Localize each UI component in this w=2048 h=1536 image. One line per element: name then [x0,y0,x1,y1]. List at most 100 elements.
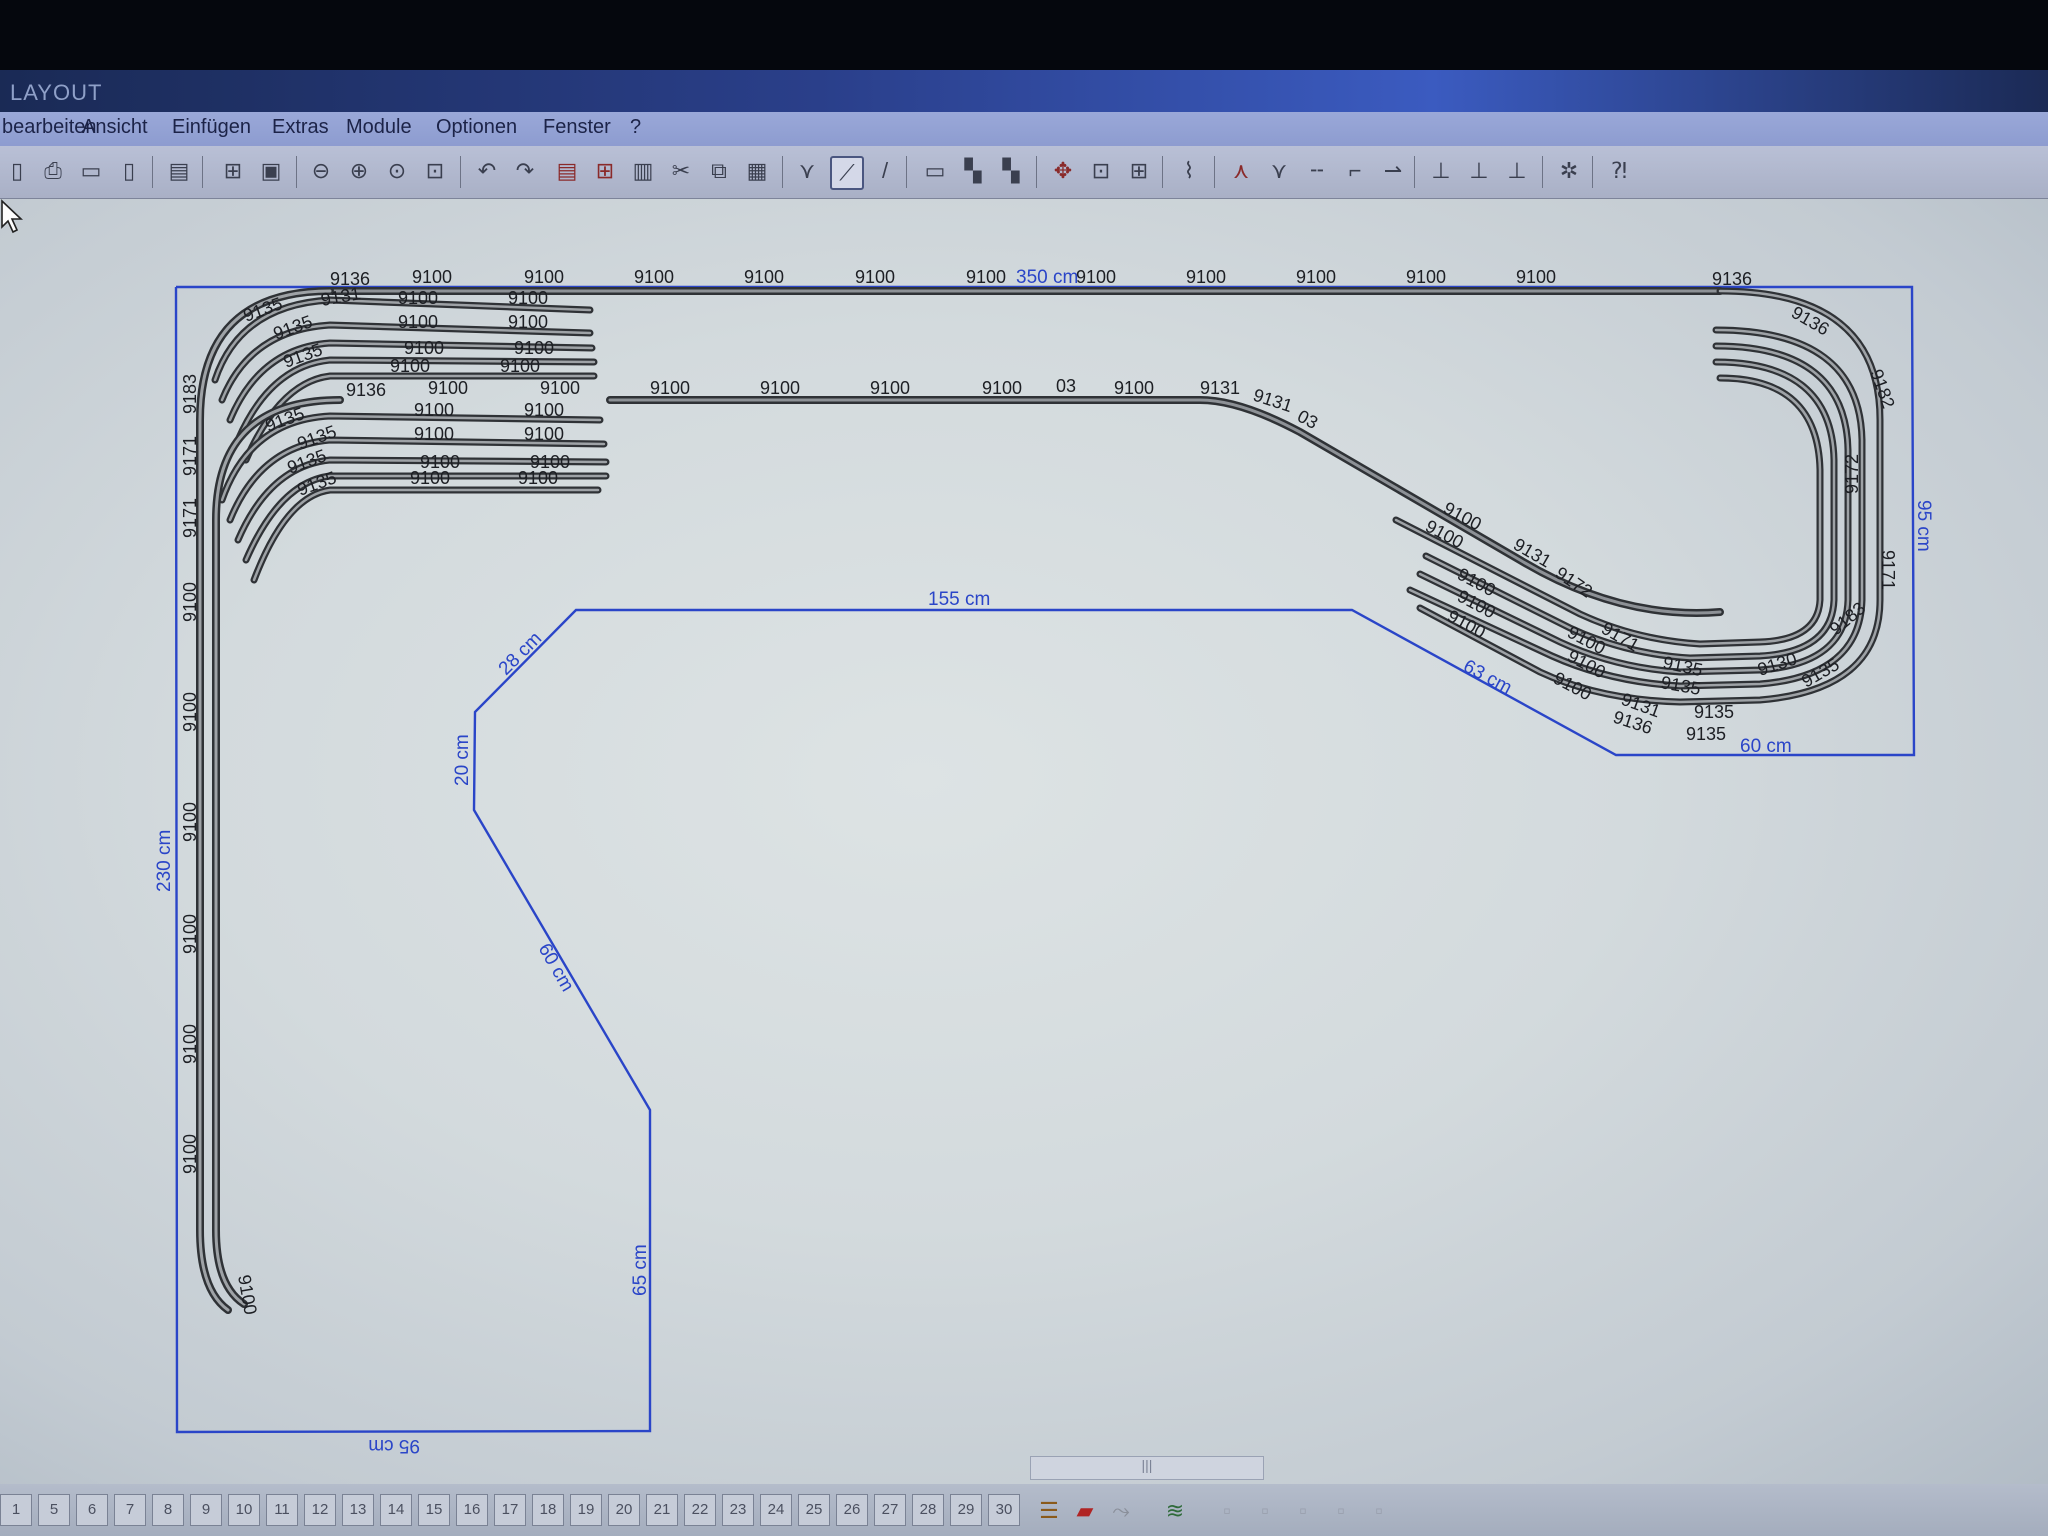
print-icon[interactable]: ⎙ [38,156,68,186]
label-left-stub: 9100 [414,424,454,444]
clipboard-icon[interactable]: ▯ [114,156,144,186]
curve-track-icon[interactable]: ⟋ [830,156,864,190]
switch-icon[interactable]: ⋎ [792,156,822,186]
rotate-icon[interactable]: ✥ [1048,156,1078,186]
page-tab[interactable]: 30 [988,1494,1020,1526]
window-title: LAYOUT [10,80,103,105]
menu-help[interactable]: ? [630,116,641,139]
straight-track-icon[interactable]: / [870,156,900,186]
page-tab[interactable]: 26 [836,1494,868,1526]
copy-icon[interactable]: ⧉ [704,156,734,186]
track-plan[interactable]: 350 cm 155 cm 28 cm 20 cm 230 cm 60 cm 6… [0,199,2048,1484]
tool-icon[interactable]: ⤳ [1106,1496,1136,1526]
height-icon[interactable]: ⊥ [1464,156,1494,186]
page-tab[interactable]: 14 [380,1494,412,1526]
page-tab[interactable]: 8 [152,1494,184,1526]
zoom-in-icon[interactable]: ⊕ [344,156,374,186]
page-tab[interactable]: 19 [570,1494,602,1526]
page-tab[interactable]: 22 [684,1494,716,1526]
joiner-icon[interactable]: ⌐ [1340,156,1370,186]
menu-extras[interactable]: Extras [272,116,329,139]
page-tab[interactable]: 27 [874,1494,906,1526]
stack-icon[interactable]: ≋ [1160,1496,1190,1526]
label-second: 9100 [1114,378,1154,398]
label-left-stub: 9100 [524,424,564,444]
dim-top: 350 cm [1016,267,1078,288]
page-tab[interactable]: 23 [722,1494,754,1526]
page-tab[interactable]: 17 [494,1494,526,1526]
redo-icon[interactable]: ↷ [510,156,540,186]
page-tab[interactable]: 6 [76,1494,108,1526]
menu-optionen[interactable]: Optionen [436,116,517,139]
page-tab[interactable]: 9 [190,1494,222,1526]
measure-icon[interactable]: ⌇ [1174,156,1204,186]
layout-canvas[interactable]: 350 cm 155 cm 28 cm 20 cm 230 cm 60 cm 6… [0,199,2048,1484]
dim-diag-right: 63 cm [1460,656,1516,699]
joiner-icon[interactable]: ⇀ [1378,156,1408,186]
label-left-stub: 9100 [508,288,548,308]
zoom-select-icon[interactable]: ⊙ [382,156,412,186]
menu-einfuegen[interactable]: Einfügen [172,116,251,139]
delete-icon[interactable]: ▤ [552,156,582,186]
paste-icon[interactable]: ▦ [742,156,772,186]
label-second: 03 [1056,376,1076,396]
image-icon[interactable]: ▣ [256,156,286,186]
zoom-fit-icon[interactable]: ⊡ [420,156,450,186]
flip-icon[interactable]: ⊡ [1086,156,1116,186]
help-icon[interactable]: ⁈ [1604,156,1634,186]
mouse-cursor-icon [1,199,24,234]
dim-inner-right: 65 cm [630,1244,651,1296]
dim-diag-left: 28 cm [495,628,546,679]
menu-ansicht[interactable]: Ansicht [82,116,148,139]
turnout-icon[interactable]: ⋏ [1226,156,1256,186]
zoom-out-icon[interactable]: ⊖ [306,156,336,186]
page-tab[interactable]: 16 [456,1494,488,1526]
align-icon[interactable]: ▚ [996,156,1026,186]
menu-fenster[interactable]: Fenster [543,116,611,139]
track-labels: 9136 9100 9100 9100 9100 9100 9100 9100 … [180,267,1899,1316]
disabled-icon: ▫ [1337,1498,1345,1523]
page-tab[interactable]: 25 [798,1494,830,1526]
toolbar-separator [1214,156,1215,188]
page-tab[interactable]: 20 [608,1494,640,1526]
dim-diag-lower: 60 cm [534,940,578,995]
page-tab[interactable]: 21 [646,1494,678,1526]
label-right-loop: 9135 [1694,702,1734,722]
page-tab[interactable]: 7 [114,1494,146,1526]
train-icon[interactable]: ▰ [1070,1496,1100,1526]
joiner-icon[interactable]: ╌ [1302,156,1332,186]
label-second: 9100 [540,378,580,398]
page-tab[interactable]: 24 [760,1494,792,1526]
page-tab[interactable]: 5 [38,1494,70,1526]
height-icon[interactable]: ⊥ [1426,156,1456,186]
page-tab[interactable]: 13 [342,1494,374,1526]
page-tab[interactable]: 1 [0,1494,32,1526]
undo-icon[interactable]: ↶ [472,156,502,186]
layers-icon[interactable]: ☰ [1034,1496,1064,1526]
open-folder-icon[interactable]: ▤ [164,156,194,186]
label-left-stub: 9100 [410,468,450,488]
turnout-icon[interactable]: ⋎ [1264,156,1294,186]
layer-icon[interactable]: ▭ [920,156,950,186]
horizontal-scrollbar[interactable]: ||| [1030,1456,1264,1480]
group-icon[interactable]: ⊞ [590,156,620,186]
preview-icon[interactable]: ▭ [76,156,106,186]
page-tab[interactable]: 18 [532,1494,564,1526]
menu-module[interactable]: Module [346,116,412,139]
new-page-icon[interactable]: ▯ [2,156,32,186]
label-left-stub: 9100 [404,338,444,358]
move-icon[interactable]: ⊞ [1124,156,1154,186]
page-tab[interactable]: 29 [950,1494,982,1526]
ungroup-icon[interactable]: ▥ [628,156,658,186]
settings-icon[interactable]: ✲ [1554,156,1584,186]
page-tab[interactable]: 11 [266,1494,298,1526]
page-tab[interactable]: 12 [304,1494,336,1526]
align-icon[interactable]: ▚ [958,156,988,186]
height-icon[interactable]: ⊥ [1502,156,1532,186]
page-tab[interactable]: 28 [912,1494,944,1526]
label-left-stub: 9100 [398,288,438,308]
cut-icon[interactable]: ✂ [666,156,696,186]
page-tab[interactable]: 15 [418,1494,450,1526]
page-tab[interactable]: 10 [228,1494,260,1526]
grid-icon[interactable]: ⊞ [218,156,248,186]
